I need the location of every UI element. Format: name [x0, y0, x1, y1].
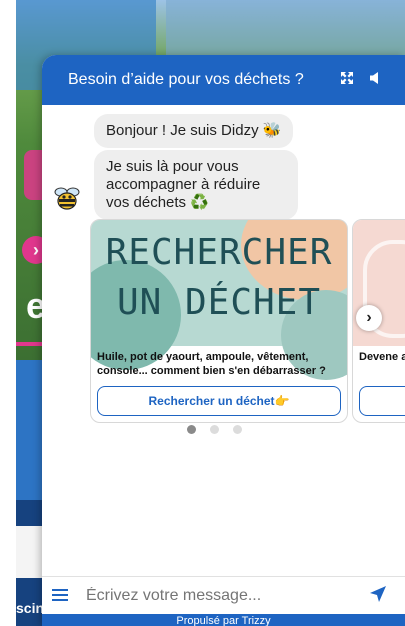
- bot-message: Je suis là pour vous accompagner à rédui…: [94, 150, 298, 220]
- chat-widget: Besoin d’aide pour vos déchets ? Bonjour…: [42, 55, 405, 626]
- send-icon[interactable]: [363, 585, 393, 608]
- speaker-icon[interactable]: [363, 71, 387, 90]
- chat-title: Besoin d’aide pour vos déchets ?: [68, 71, 304, 88]
- message-input[interactable]: [84, 586, 363, 606]
- bee-avatar-icon: [54, 187, 80, 210]
- search-waste-button[interactable]: Rechercher un déchet👉: [97, 386, 341, 416]
- carousel-dot[interactable]: [233, 425, 242, 434]
- card-description: Devene avec le: [359, 351, 405, 363]
- expand-icon[interactable]: [335, 71, 359, 90]
- carousel-pagination: [187, 425, 242, 434]
- card-button[interactable]: [359, 386, 405, 416]
- carousel-dot[interactable]: [187, 425, 196, 434]
- carousel-next-button[interactable]: ›: [356, 305, 382, 331]
- carousel-card: RECHERCHER UN DÉCHET Huile, pot de yaour…: [90, 219, 348, 423]
- menu-icon[interactable]: [52, 586, 74, 607]
- chat-header: Besoin d’aide pour vos déchets ?: [42, 55, 405, 105]
- message-input-bar: [42, 576, 405, 615]
- card-image: RECHERCHER UN DÉCHET: [91, 220, 347, 380]
- bot-message: Bonjour ! Je suis Didzy 🐝: [94, 114, 294, 148]
- carousel-dot[interactable]: [210, 425, 219, 434]
- card-image-title-line: UN DÉCHET: [116, 282, 322, 323]
- card-image-title-line: RECHERCHER: [105, 232, 333, 273]
- site-footer-text: scin: [16, 600, 45, 616]
- powered-by-footer[interactable]: Propulsé par Trizzy: [42, 614, 405, 626]
- card-description: Huile, pot de yaourt, ampoule, vêtement,…: [97, 351, 326, 377]
